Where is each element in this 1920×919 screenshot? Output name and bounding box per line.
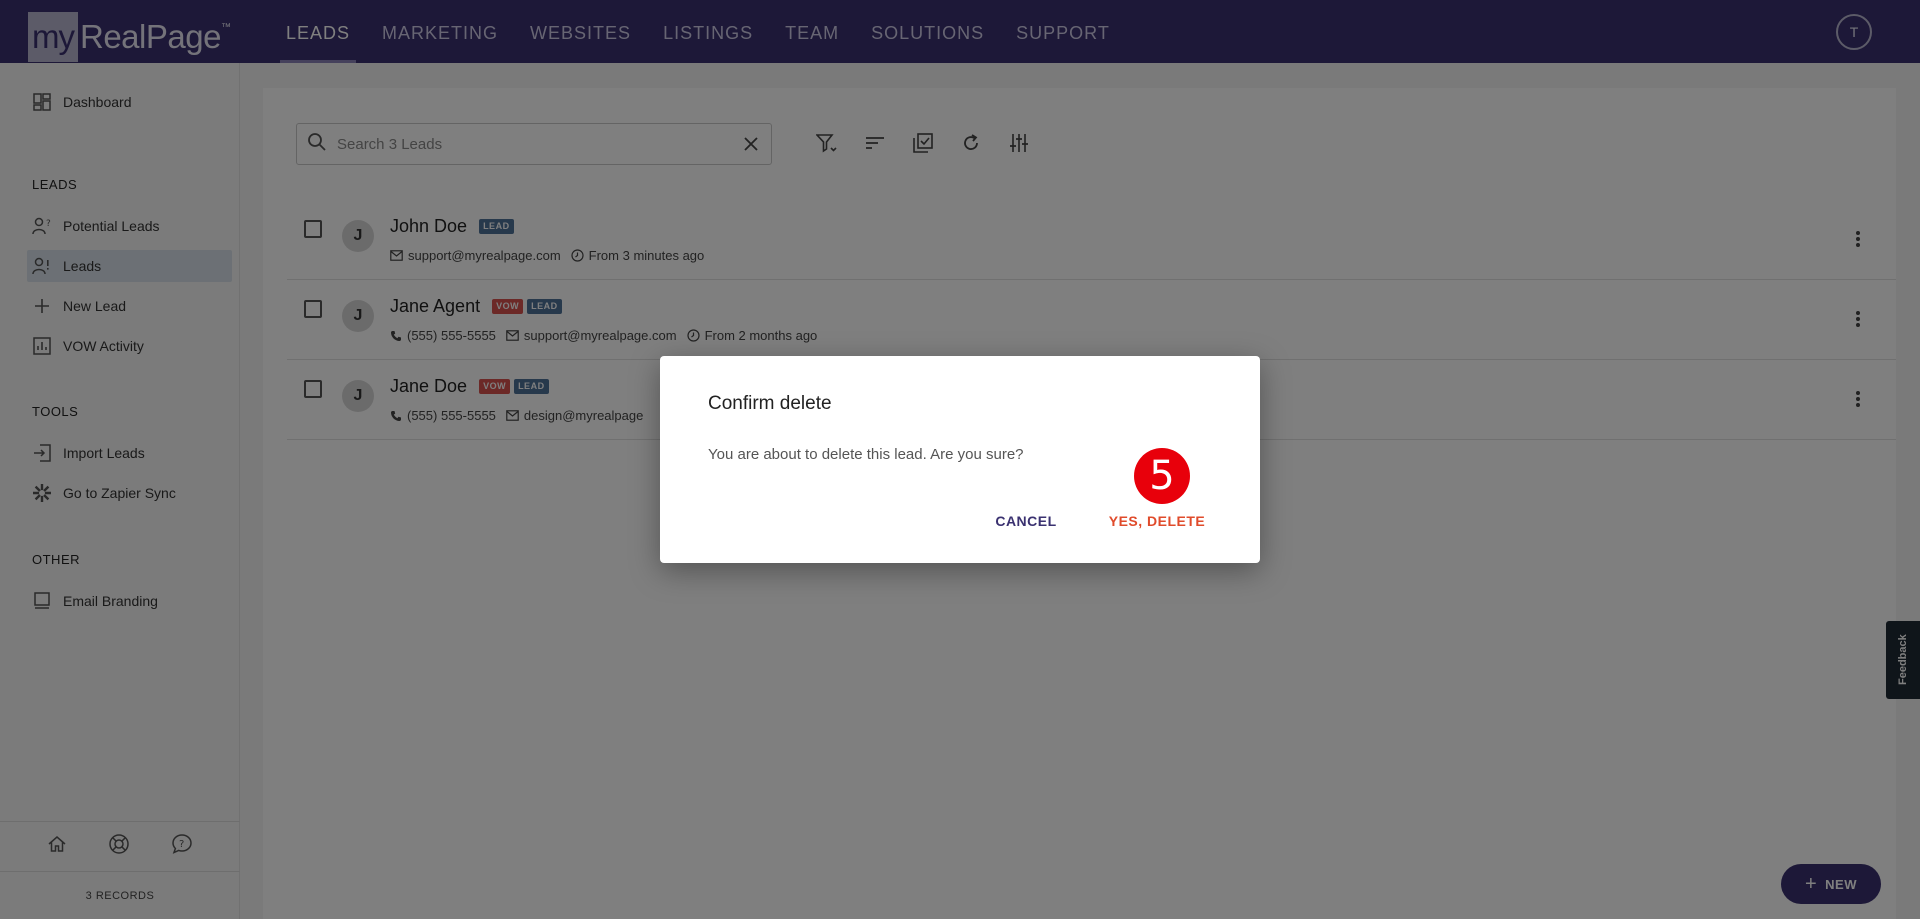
cancel-button[interactable]: CANCEL: [991, 506, 1061, 536]
dialog-title: Confirm delete: [708, 393, 832, 414]
step-marker: 5: [1134, 448, 1190, 504]
yes-delete-button[interactable]: YES, DELETE: [1107, 506, 1207, 536]
dialog-message: You are about to delete this lead. Are y…: [708, 446, 1024, 463]
